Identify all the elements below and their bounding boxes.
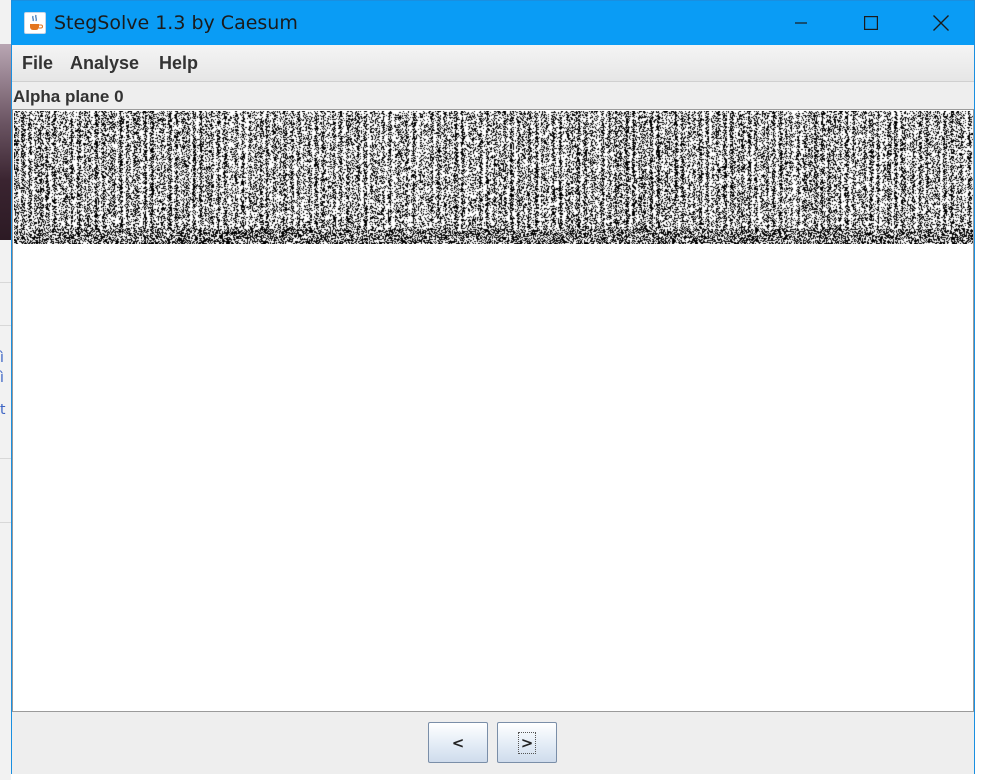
minimize-icon (795, 22, 807, 24)
window-title: StegSolve 1.3 by Caesum (54, 12, 298, 34)
close-button[interactable] (906, 1, 976, 45)
bit-plane-image (14, 111, 973, 244)
desktop-divider (0, 282, 11, 283)
next-label: > (517, 731, 537, 754)
title-bar[interactable]: StegSolve 1.3 by Caesum (12, 1, 974, 45)
previous-label: < (451, 733, 465, 752)
desktop-divider (0, 458, 11, 459)
desktop-text-fragment: ì (0, 370, 4, 386)
previous-plane-button[interactable]: < (428, 722, 488, 763)
menu-bar: File Analyse Help (12, 45, 974, 82)
minimize-button[interactable] (766, 1, 836, 45)
desktop-divider (0, 325, 11, 326)
desktop-background: ì ì t (0, 0, 11, 780)
desktop-photo (0, 44, 11, 240)
menu-analyse[interactable]: Analyse (70, 53, 139, 74)
maximize-button[interactable] (836, 1, 906, 45)
menu-help[interactable]: Help (159, 53, 198, 74)
desktop-text-fragment: t (0, 402, 6, 418)
stegsolve-window: StegSolve 1.3 by Caesum File Analyse Hel… (11, 0, 975, 774)
next-plane-button[interactable]: > (497, 722, 557, 763)
java-cup-icon (24, 12, 46, 34)
close-icon (933, 15, 949, 31)
image-panel[interactable] (12, 109, 974, 712)
plane-label: Alpha plane 0 (13, 87, 124, 106)
desktop-text-fragment: ì (0, 350, 4, 366)
menu-file[interactable]: File (22, 53, 53, 74)
maximize-icon (864, 16, 878, 30)
desktop-divider (0, 522, 11, 523)
navigation-bar: < > (12, 712, 974, 774)
